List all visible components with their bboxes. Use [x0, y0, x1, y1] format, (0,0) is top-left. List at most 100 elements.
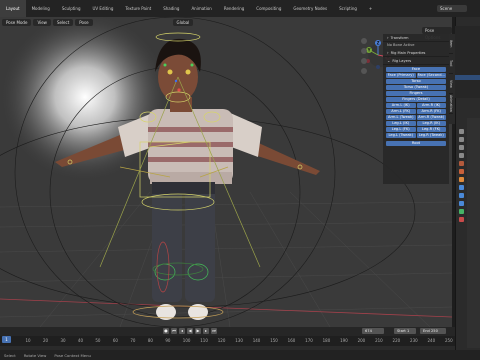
physics-icon[interactable]	[459, 201, 464, 206]
sidebar-npanel: › Transform No Bone Active › Rig Main Prop…	[383, 34, 449, 184]
rig-layer-pair: Leg.L (FK) Leg.R (FK)	[386, 127, 446, 132]
outliner-row-selected[interactable]	[455, 75, 480, 80]
rig-layer-button[interactable]: Leg.R (FK)	[416, 127, 446, 132]
rig-layers-header[interactable]: ⌄ Rig Layers	[383, 57, 449, 65]
pan-hand-icon[interactable]	[361, 48, 367, 54]
status-context-menu: Pose Context Menu	[54, 352, 91, 358]
view-menu[interactable]: View	[33, 18, 51, 26]
ruler-tick-label: 20	[42, 338, 49, 343]
play-reverse-icon[interactable]: ◀	[187, 328, 193, 334]
current-frame-field[interactable]: 674	[362, 328, 384, 334]
properties-editor[interactable]	[467, 118, 480, 348]
rig-layer-button[interactable]: Arm.R (Tweak)	[416, 115, 446, 120]
rig-layer-button[interactable]: Leg.L (IK)	[386, 121, 416, 126]
tab-geometry-nodes[interactable]: Geometry Nodes	[287, 0, 333, 17]
ruler-tick-label: 250	[445, 338, 453, 343]
viewport-header: Pose Mode View Select Pose Global	[0, 17, 452, 27]
outliner-row[interactable]	[455, 51, 480, 56]
object-data-icon[interactable]	[459, 209, 464, 214]
tab-layout[interactable]: Layout	[0, 0, 26, 17]
rig-layer-button[interactable]: Face (Second...	[416, 73, 446, 78]
rig-layer-button[interactable]: Leg.R (Tweak)	[416, 133, 446, 138]
pose-options-dropdown[interactable]: Pose Options	[422, 27, 452, 40]
rig-layer-button[interactable]: Face	[386, 67, 446, 72]
outliner-row[interactable]	[455, 63, 480, 68]
tab-texture-paint[interactable]: Texture Paint	[119, 0, 157, 17]
outliner-row[interactable]	[455, 33, 480, 38]
timeline-ruler[interactable]: 0102030405060708090100110120130140150160…	[0, 336, 455, 346]
modifier-icon[interactable]	[459, 185, 464, 190]
outliner[interactable]	[455, 26, 480, 98]
perspective-toggle-icon[interactable]	[361, 68, 367, 74]
render-icon[interactable]	[459, 137, 464, 142]
tab-compositing[interactable]: Compositing	[250, 0, 287, 17]
tab-tool[interactable]: Tool	[449, 54, 453, 74]
tab-rendering[interactable]: Rendering	[218, 0, 250, 17]
ruler-tick-label: 40	[77, 338, 83, 343]
zoom-icon[interactable]	[361, 38, 367, 44]
camera-view-icon[interactable]	[361, 58, 367, 64]
ruler-tick-label: 220	[392, 338, 401, 343]
view-nav-buttons	[361, 38, 367, 74]
jump-end-icon[interactable]: ⏭	[211, 328, 217, 334]
ruler-tick-label: 90	[165, 338, 171, 343]
playback-controls: ● ⏮ ◂ ◀ ▶ ▸ ⏭	[163, 328, 217, 334]
tab-uv-editing[interactable]: UV Editing	[87, 0, 120, 17]
record-icon[interactable]: ●	[163, 328, 169, 334]
transform-orientation-dropdown[interactable]: Global	[172, 18, 194, 26]
next-keyframe-icon[interactable]: ▸	[203, 328, 209, 334]
rig-layer-button[interactable]: Leg.L (FK)	[386, 127, 416, 132]
rig-layer-button[interactable]: Arm.L (Tweak)	[386, 115, 416, 120]
world-icon[interactable]	[459, 169, 464, 174]
rig-layer-button[interactable]: Leg.R (IK)	[416, 121, 446, 126]
object-icon[interactable]	[459, 177, 464, 182]
view-layer-icon[interactable]	[459, 153, 464, 158]
rig-layer-button[interactable]: Arm.L (IK)	[386, 103, 416, 108]
outliner-row[interactable]	[455, 45, 480, 50]
tab-view[interactable]: View	[449, 74, 453, 94]
status-bar: Select Rotate View Pose Context Menu	[0, 350, 480, 360]
tab-animation-side[interactable]: Animation	[449, 94, 453, 114]
tab-sculpting[interactable]: Sculpting	[56, 0, 87, 17]
transform-panel-header[interactable]: › Transform	[383, 34, 449, 42]
outliner-row[interactable]	[455, 81, 480, 86]
ruler-tick-label: 210	[375, 338, 383, 343]
rig-layer-button[interactable]: Root	[386, 141, 446, 146]
select-menu[interactable]: Select	[52, 18, 74, 26]
rig-layer-button[interactable]: Arm.R (FK)	[416, 109, 446, 114]
chevron-right-icon: ›	[387, 49, 389, 55]
outliner-row[interactable]	[455, 69, 480, 74]
scene-icon[interactable]	[459, 161, 464, 166]
tab-scripting[interactable]: Scripting	[333, 0, 363, 17]
outliner-row[interactable]	[455, 39, 480, 44]
jump-start-icon[interactable]: ⏮	[171, 328, 177, 334]
rig-layer-button[interactable]: Torso	[386, 79, 446, 84]
rig-layer-button[interactable]: Torso (Tweak)	[386, 85, 446, 90]
rig-layer-button[interactable]: Arm.R (IK)	[416, 103, 446, 108]
play-icon[interactable]: ▶	[195, 328, 201, 334]
pose-menu[interactable]: Pose	[75, 18, 93, 26]
rig-layer-button[interactable]: Fingers	[386, 91, 446, 96]
output-icon[interactable]	[459, 145, 464, 150]
rig-layer-button[interactable]: Leg.L (Tweak)	[386, 133, 416, 138]
tab-animation[interactable]: Animation	[185, 0, 217, 17]
material-icon[interactable]	[459, 217, 464, 222]
tab-shading[interactable]: Shading	[157, 0, 185, 17]
rig-layer-button[interactable]: Fingers (Detail)	[386, 97, 446, 102]
outliner-row[interactable]	[455, 57, 480, 62]
tab-modeling[interactable]: Modeling	[26, 0, 56, 17]
ruler-tick-label: 180	[322, 338, 331, 343]
end-frame-field[interactable]: End 250	[420, 328, 446, 334]
outliner-row[interactable]	[455, 27, 480, 32]
prev-keyframe-icon[interactable]: ◂	[179, 328, 185, 334]
rig-layer-button[interactable]: Arm.L (FK)	[386, 109, 416, 114]
tool-settings-icon[interactable]	[459, 129, 464, 134]
start-frame-field[interactable]: Start 1	[394, 328, 416, 334]
particles-icon[interactable]	[459, 193, 464, 198]
mode-selector[interactable]: Pose Mode	[2, 18, 32, 26]
rig-layer-button[interactable]: Face (Primary)	[386, 73, 416, 78]
playhead[interactable]: 1	[2, 336, 11, 343]
tab-item[interactable]: Item	[449, 34, 453, 54]
scene-selector[interactable]: Scene	[437, 5, 467, 12]
add-workspace-button[interactable]: +	[363, 0, 378, 17]
